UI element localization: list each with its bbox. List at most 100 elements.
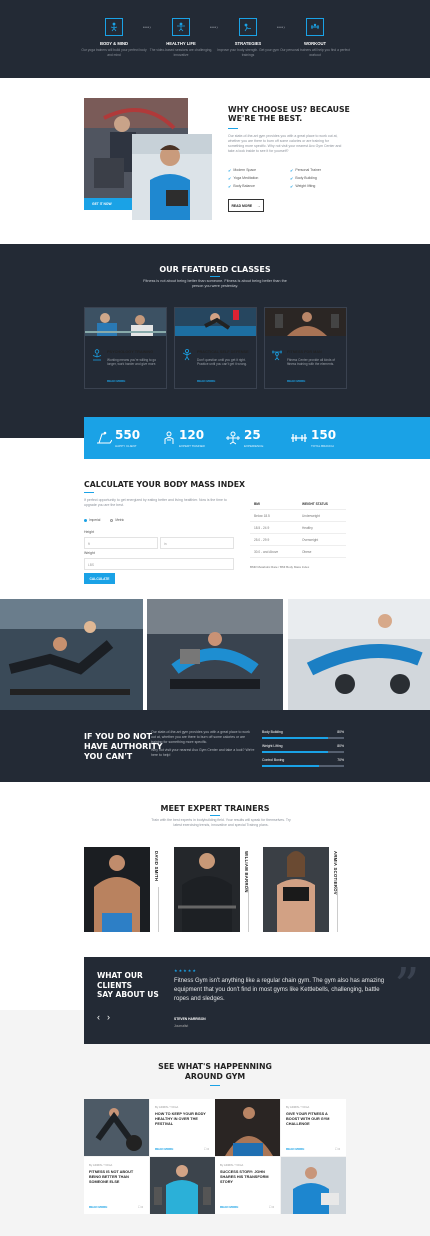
read-more-link[interactable]: READ MORE: [287, 379, 305, 383]
step-strategies: STRATEGIES Improve your body strength. G…: [213, 18, 283, 57]
classes-subtitle: Fitness is not about being better than s…: [143, 279, 287, 288]
blog-post[interactable]: By ADMIN / YOGA GIVE YOUR FITNESS A BOOS…: [281, 1099, 346, 1156]
blog-post[interactable]: By ADMIN / YOGA SUCCESS STORY: JOHN SHAR…: [215, 1157, 280, 1214]
prev-arrow-button[interactable]: ‹: [97, 1012, 100, 1022]
step-body-mind: BODY & MIND Our yoga trainers will build…: [79, 18, 149, 57]
height-inches-input[interactable]: in: [160, 537, 234, 549]
fighter-icon: [182, 349, 192, 361]
weightlifter-icon: [272, 350, 282, 361]
progress-body-building: Body Building 80%: [262, 730, 344, 739]
calculate-button[interactable]: CALCULATE: [84, 573, 115, 584]
yoga-icon: [105, 18, 123, 36]
stat-experience: 25 EXPERIENCE: [225, 428, 263, 448]
steps-section: BODY & MIND Our yoga trainers will build…: [0, 0, 430, 78]
class-card-psychology[interactable]: PSYCHOLOGY TRAINING Working means you're…: [84, 307, 167, 389]
stat-expert-trainer: 120 EXPERT TRAINER: [162, 428, 205, 448]
unit-switch: Imperial Metric: [84, 518, 124, 522]
get-it-now-badge[interactable]: GET IT NOW: [84, 198, 132, 210]
classes-separator: [210, 276, 220, 277]
bmi-table-row: 30.0 - and Above Obese: [250, 546, 346, 558]
feature-item: ✔ Body Building: [290, 175, 317, 181]
read-more-link[interactable]: READ MORE: [220, 1205, 238, 1209]
progress-weight-lifting: Weight Lifting 80%: [262, 744, 344, 753]
weight-input[interactable]: LBS: [84, 558, 234, 570]
features-right: ✔ Personal Trainer ✔ Body Building ✔ Weight…: [290, 166, 321, 190]
feature-item: ✔ Yoga Meditation: [228, 175, 259, 181]
gym-photo-strip: [0, 599, 430, 710]
class-card-fitness-man[interactable]: FITNESS FOR MAN Fitness Center provide a…: [264, 307, 347, 389]
trainer-card[interactable]: DAVID SMITH: [84, 847, 166, 932]
authority-section: IF YOU DO NOT HAVE AUTHORITY YOU CAN'T O…: [0, 710, 430, 782]
trainers-title: MEET EXPERT TRAINERS: [160, 804, 270, 813]
why-separator: [228, 128, 238, 129]
weight-label: Weight: [84, 551, 95, 555]
blog-post[interactable]: By ADMIN / YOGA HOW TO KEEP YOUR BODY HE…: [150, 1099, 215, 1156]
weights-icon: [226, 431, 240, 445]
read-more-link[interactable]: READ MORE: [155, 1147, 173, 1151]
step-workout: WORKOUT Our personal trainers will help …: [280, 18, 350, 57]
barbell-icon: [306, 18, 324, 36]
stat-total-branch: 150 TOTAL BRANCH: [290, 428, 336, 448]
trainer-photo: [263, 847, 329, 932]
arrow-right-icon: →: [257, 203, 261, 208]
blog-image: [281, 1157, 346, 1214]
feature-item: ✔ Body Balance: [228, 183, 255, 189]
coach-photo: [132, 134, 212, 220]
fitness-icon: [172, 18, 190, 36]
blog-image: [150, 1157, 215, 1214]
blog-title: SEE WHAT'S HAPPENNING AROUND GYM: [158, 1062, 272, 1081]
metric-radio[interactable]: Metric: [110, 518, 124, 522]
class-image: [85, 308, 166, 336]
stretch-icon: [239, 18, 257, 36]
treadmill-icon: [97, 431, 112, 444]
trainers-desc: Train with the best experts in bodybuild…: [151, 818, 291, 827]
imperial-radio[interactable]: Imperial: [84, 518, 100, 522]
class-card-self-defense[interactable]: PRACTICAL SELF DEFENSE Don't question un…: [174, 307, 257, 389]
blog-image: [84, 1099, 149, 1156]
bmi-table-head: BMI WEIGHT STATUS: [250, 498, 346, 510]
trainer-photo: [174, 847, 240, 932]
meditation-icon: [92, 349, 102, 361]
height-feet-input[interactable]: ft: [84, 537, 158, 549]
why-body: Our state-of-the-art gym provides you wi…: [228, 134, 342, 153]
read-more-button[interactable]: READ MORE →: [228, 199, 264, 212]
authority-body: Our state-of-the-art gym provides you wi…: [151, 730, 255, 757]
blog-post[interactable]: By ADMIN / YOGA FITNESS IS NOT ABOUT BEI…: [84, 1157, 149, 1214]
comment-count: ☐ 0: [203, 1147, 209, 1151]
feature-item: ✔ Personal Trainer: [290, 167, 322, 173]
trainer-icon: [164, 431, 174, 444]
bmi-note: BMR Metabolic Rate / BMI Body Mass Index: [250, 565, 310, 569]
trainers-separator: [210, 815, 220, 816]
bmi-desc: If perfect opportunity to get energized …: [84, 498, 227, 507]
check-icon: ✔: [290, 175, 294, 181]
feature-item: ✔ Weight lifting: [290, 183, 316, 189]
features-left: ✔ Modern Space ✔ Yoga Meditation ✔ Body Bal…: [228, 166, 258, 190]
trainer-photo: [84, 847, 150, 932]
feature-item: ✔ Modern Space: [228, 167, 257, 173]
stat-happy-client: 550 HAPPY CLIENT: [95, 428, 140, 448]
check-icon: ✔: [290, 167, 294, 173]
trainer-card[interactable]: ARMIA SCOTIEROV: [263, 847, 345, 932]
testimonial-title: WHAT OUR CLIENTS SAY ABOUT US: [97, 971, 159, 999]
blog-image: [215, 1099, 280, 1156]
check-icon: ✔: [228, 183, 232, 189]
dumbbell-icon: [291, 434, 307, 442]
read-more-link[interactable]: READ MORE: [89, 1205, 107, 1209]
next-arrow-button[interactable]: ›: [107, 1012, 110, 1022]
bmi-separator: [84, 492, 94, 493]
read-more-link[interactable]: READ MORE: [107, 379, 125, 383]
testimonial-role: Journalist: [174, 1024, 189, 1028]
why-title: WHY CHOOSE US? BECAUSE WE'RE THE BEST.: [228, 105, 350, 123]
read-more-link[interactable]: READ MORE: [286, 1147, 304, 1151]
comment-count: ☐ 0: [268, 1205, 274, 1209]
rating-stars: ★★★★★: [174, 968, 197, 973]
check-icon: ✔: [228, 167, 232, 173]
why-section: GET IT NOW WHY CHOOSE US? BECAUSE WE'RE …: [0, 78, 430, 244]
bmi-title: CALCULATE YOUR BODY MASS INDEX: [84, 480, 246, 489]
step-healthy-life: HEALTHY LIFE The video-based sessions ar…: [146, 18, 216, 57]
check-icon: ✔: [228, 175, 232, 181]
trainer-card[interactable]: WILLIAM BARRON: [174, 847, 256, 932]
class-image: [265, 308, 346, 336]
read-more-link[interactable]: READ MORE: [197, 379, 215, 383]
height-label: Height: [84, 530, 95, 534]
